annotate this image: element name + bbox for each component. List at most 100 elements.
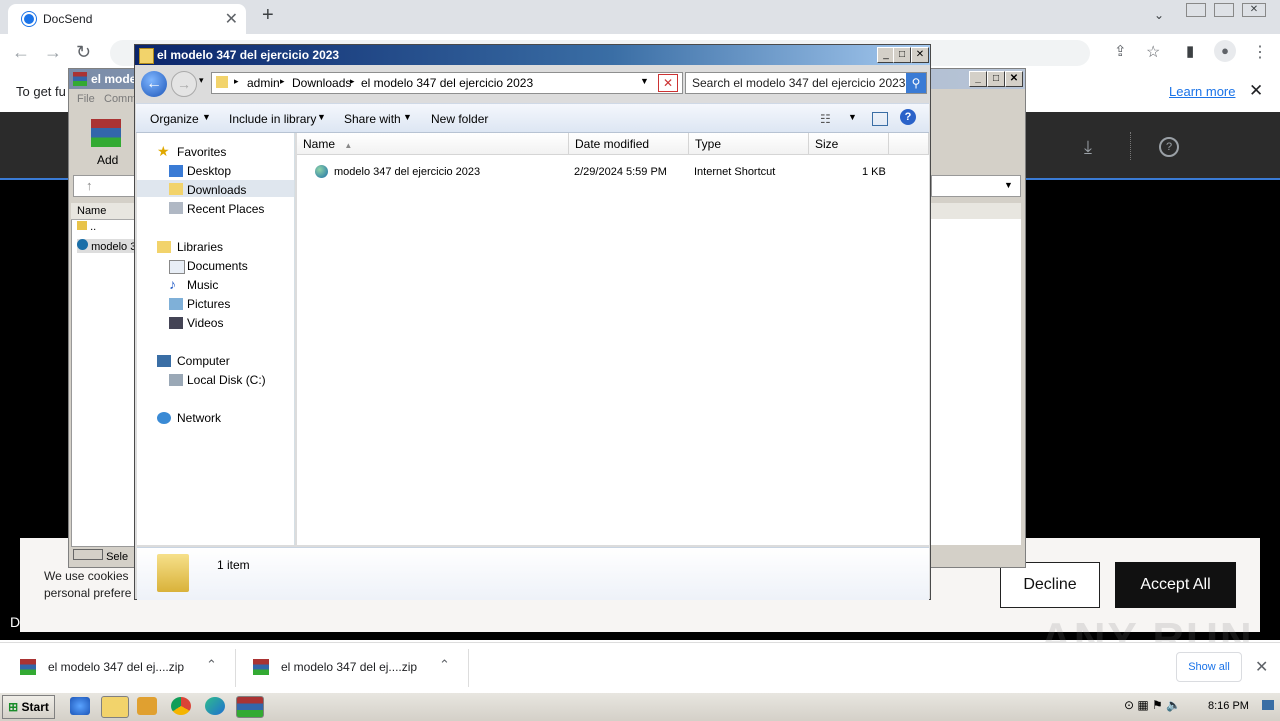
help-icon[interactable]: ? [1159, 137, 1179, 157]
breadcrumb-folder[interactable]: el modelo 347 del ejercicio 2023 [361, 76, 533, 90]
learn-more-link[interactable]: Learn more [1169, 84, 1235, 99]
winrar-row-up[interactable]: .. [77, 221, 96, 233]
back-icon[interactable]: ← [12, 42, 30, 63]
include-dropdown-icon[interactable]: ▼ [317, 112, 326, 122]
download-1-chevron-icon[interactable]: ⌃ [206, 657, 217, 673]
explorer-window[interactable]: el modelo 347 del ejercicio 2023 _ □ ✕ ←… [134, 44, 931, 600]
shelf-close-icon[interactable]: ✕ [1255, 657, 1268, 677]
organize-dropdown-icon[interactable]: ▼ [202, 112, 211, 122]
nav-local-disk[interactable]: Local Disk (C:) [187, 373, 266, 387]
explorer-maximize-button[interactable]: □ [893, 47, 911, 63]
new-tab-button[interactable]: + [262, 4, 274, 27]
restore-button[interactable] [1214, 3, 1234, 17]
start-button[interactable]: ⊞ Start [2, 695, 55, 719]
chrome-icon[interactable] [171, 697, 191, 715]
banner-close-icon[interactable]: ✕ [1249, 81, 1263, 101]
explorer-titlebar[interactable]: el modelo 347 del ejercicio 2023 _ □ ✕ [135, 45, 930, 65]
column-type[interactable]: Type [689, 133, 809, 155]
close-window-button[interactable]: ✕ [1242, 3, 1266, 17]
menu-kebab-icon[interactable]: ⋮ [1252, 42, 1268, 62]
organize-button[interactable]: Organize [150, 112, 199, 126]
nav-favorites[interactable]: Favorites [177, 145, 226, 159]
download-icon[interactable]: ⤓ [1084, 137, 1092, 158]
dropdown-arrow-icon[interactable]: ▼ [1004, 180, 1013, 190]
column-name[interactable]: Name ▲ [297, 133, 569, 155]
side-panel-icon[interactable]: ▮ [1186, 42, 1194, 60]
decline-button[interactable]: Decline [1000, 562, 1100, 608]
tray-icons[interactable]: ⊙ ▦ ⚑ 🔈 [1124, 698, 1181, 712]
tab-close-icon[interactable]: ✕ [225, 9, 238, 29]
breadcrumb-chevron-icon[interactable]: ▸ [234, 76, 239, 87]
column-date-modified[interactable]: Date modified [569, 133, 689, 155]
show-desktop-icon[interactable] [1262, 700, 1274, 710]
new-folder-button[interactable]: New folder [431, 112, 488, 126]
view-options-icon[interactable]: ☷ [820, 112, 831, 126]
explorer-close-button[interactable]: ✕ [911, 47, 929, 63]
nav-recent-places[interactable]: Recent Places [187, 202, 264, 216]
winrar-path-dropdown[interactable]: ▼ [931, 175, 1021, 197]
nav-downloads[interactable]: Downloads [187, 183, 246, 197]
reload-icon[interactable]: ↻ [76, 42, 91, 63]
winrar-row-file[interactable]: modelo 3 [77, 239, 137, 253]
share-icon[interactable]: ⇪ [1114, 42, 1127, 60]
file-list-pane[interactable]: Name ▲ Date modified Type Size modelo 34… [297, 133, 929, 545]
tab-search-chevron-icon[interactable]: ⌄ [1154, 8, 1164, 22]
forward-arrow-icon[interactable]: → [171, 71, 197, 97]
nav-desktop[interactable]: Desktop [187, 164, 231, 178]
nav-documents[interactable]: Documents [187, 259, 248, 273]
winrar-taskbar-icon[interactable] [236, 696, 264, 718]
view-dropdown-icon[interactable]: ▼ [848, 112, 857, 122]
address-dropdown-icon[interactable]: ▼ [640, 76, 649, 86]
clear-address-icon[interactable]: ✕ [658, 74, 678, 92]
help-icon[interactable]: ? [900, 109, 916, 125]
share-dropdown-icon[interactable]: ▼ [403, 112, 412, 122]
winrar-file-list[interactable] [71, 203, 137, 547]
back-arrow-icon[interactable]: ← [141, 71, 167, 97]
winrar-add-button[interactable]: Add [75, 113, 125, 169]
accept-all-button[interactable]: Accept All [1115, 562, 1236, 608]
include-in-library-button[interactable]: Include in library [229, 112, 316, 126]
download-item-2[interactable]: el modelo 347 del ej....zip [281, 660, 417, 674]
breadcrumb-chevron-icon[interactable]: ▸ [280, 76, 285, 87]
edge-icon[interactable] [205, 697, 225, 715]
nav-videos[interactable]: Videos [187, 316, 223, 330]
nav-computer[interactable]: Computer [177, 354, 230, 368]
table-row[interactable]: modelo 347 del ejercicio 2023 2/29/2024 … [297, 159, 929, 179]
profile-avatar-icon[interactable]: ● [1214, 40, 1236, 62]
winrar-minimize-button[interactable]: _ [969, 71, 987, 87]
explorer-search-box[interactable]: Search el modelo 347 del ejercicio 2023 … [685, 72, 927, 94]
download-item-1[interactable]: el modelo 347 del ej....zip [48, 660, 184, 674]
ie-icon[interactable] [70, 697, 90, 715]
winrar-path-bar[interactable]: ↑ [73, 175, 137, 197]
explorer-address-bar[interactable]: ▸ admin ▸ Downloads ▸ el modelo 347 del … [211, 72, 683, 94]
winrar-col-name[interactable]: Name [71, 203, 135, 220]
minimize-button[interactable] [1186, 3, 1206, 17]
forward-icon[interactable]: → [44, 42, 62, 63]
nav-libraries[interactable]: Libraries [177, 240, 223, 254]
tab-docsend[interactable]: DocSend ✕ [8, 4, 246, 34]
winrar-menu-file[interactable]: File [77, 93, 95, 105]
show-all-button[interactable]: Show all [1176, 652, 1242, 682]
preview-pane-icon[interactable] [872, 112, 888, 126]
breadcrumb-admin[interactable]: admin [247, 76, 280, 90]
media-player-icon[interactable] [137, 697, 157, 715]
download-2-chevron-icon[interactable]: ⌃ [439, 657, 450, 673]
nav-network[interactable]: Network [177, 411, 221, 425]
breadcrumb-chevron-icon[interactable]: ▸ [350, 76, 355, 87]
breadcrumb-downloads[interactable]: Downloads [292, 76, 351, 90]
share-with-button[interactable]: Share with [344, 112, 401, 126]
bookmark-star-icon[interactable]: ☆ [1146, 42, 1160, 62]
winrar-menu-commands[interactable]: Comm [104, 93, 136, 105]
details-pane: 1 item [137, 547, 929, 600]
shelf-divider [235, 649, 236, 687]
winrar-close-button[interactable]: ✕ [1005, 71, 1023, 87]
nav-pictures[interactable]: Pictures [187, 297, 230, 311]
winrar-maximize-button[interactable]: □ [987, 71, 1005, 87]
recent-places-icon [169, 202, 183, 214]
column-size[interactable]: Size [809, 133, 889, 155]
history-dropdown-icon[interactable]: ▾ [199, 75, 204, 86]
search-icon[interactable]: ⚲ [906, 73, 926, 93]
up-arrow-icon[interactable]: ↑ [86, 178, 93, 193]
explorer-taskbar-icon[interactable] [101, 696, 129, 718]
nav-music[interactable]: Music [187, 278, 218, 292]
